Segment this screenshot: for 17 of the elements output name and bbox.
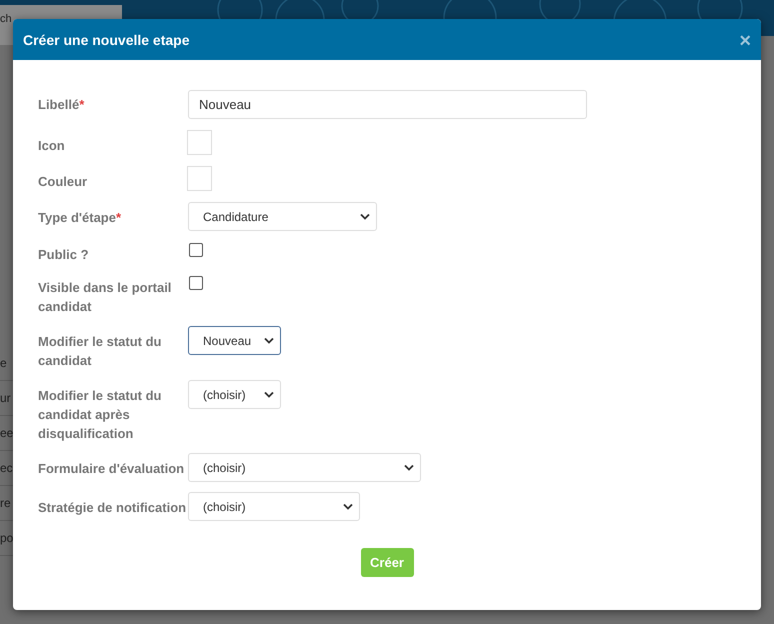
field-label: Couleur [38,173,88,191]
table-cell: po [0,531,14,545]
table-cell: ur [0,391,11,405]
field-label: Public ? [38,246,90,264]
table-cell: e [0,356,7,370]
field-label: Formulaire d'évaluation [38,460,186,478]
table-cell: re [0,496,11,510]
field-label: Stratégie de notification [38,499,188,517]
table-cell: ec [0,461,13,475]
table-cell: ee [0,426,14,440]
field-label: Visible dans le portail candidat [38,279,172,316]
field-label: Modifier le statut du candidat après disqualification [38,387,162,443]
dialog-title: Créer une nouvelle etape [23,32,190,48]
field-label: Type d'étape* [38,209,122,227]
field-label: Icon [38,137,66,155]
field-label: Modifier le statut du candidat [38,333,162,370]
field-label: Libellé* [38,96,86,114]
